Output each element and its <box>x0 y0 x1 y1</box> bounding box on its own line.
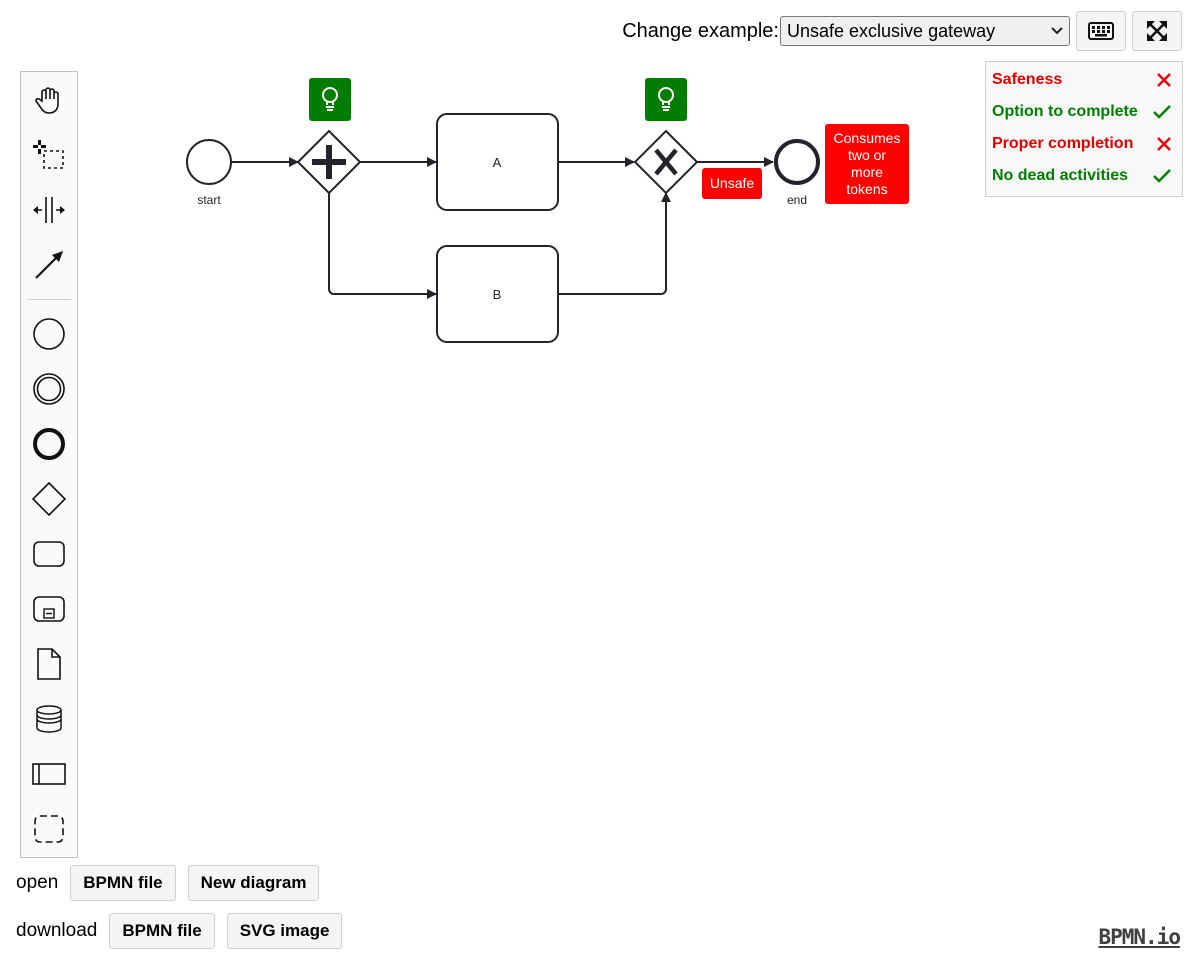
bpmn-io-logo[interactable]: BPMN.io <box>1098 925 1181 949</box>
consumes-line-2: two or <box>848 147 886 163</box>
hint-button-exclusive[interactable] <box>645 78 687 121</box>
parallel-gateway[interactable] <box>296 129 362 195</box>
download-label: download <box>16 920 98 941</box>
open-row: open BPMN file New diagram <box>16 865 320 901</box>
property-label: Safeness <box>992 71 1063 88</box>
task-a-label: A <box>493 155 502 170</box>
consumes-tokens-badge: Consumes two or more tokens <box>825 124 909 204</box>
exclusive-gateway[interactable] <box>633 129 699 195</box>
download-svg-image-button[interactable]: SVG image <box>226 913 343 949</box>
consumes-line-3: more <box>851 164 883 180</box>
open-bpmn-file-button[interactable]: BPMN file <box>70 865 176 901</box>
task-b-label: B <box>493 287 502 302</box>
unsafe-badge: Unsafe <box>702 168 762 199</box>
unsafe-badge-text: Unsafe <box>710 175 755 191</box>
check-icon <box>1153 105 1171 119</box>
flow-b-to-xor[interactable] <box>558 192 671 295</box>
property-proper-completion[interactable]: Proper completion <box>986 128 1182 160</box>
consumes-line-1: Consumes <box>834 130 901 146</box>
property-label: Proper completion <box>992 135 1134 152</box>
cross-icon <box>1157 137 1171 151</box>
end-event[interactable] <box>774 139 820 185</box>
end-event-label: end <box>787 193 807 207</box>
open-label: open <box>16 872 59 893</box>
consumes-line-4: tokens <box>846 181 887 197</box>
download-row: download BPMN file SVG image <box>16 913 343 949</box>
start-event-label: start <box>197 193 221 207</box>
check-icon <box>1153 169 1171 183</box>
new-diagram-button[interactable]: New diagram <box>187 865 320 901</box>
property-safeness[interactable]: Safeness <box>986 64 1182 96</box>
property-results-panel: Safeness Option to complete Proper compl… <box>985 61 1183 197</box>
flow-split-to-b[interactable] <box>328 192 437 299</box>
property-label: Option to complete <box>992 103 1138 120</box>
property-option-to-complete[interactable]: Option to complete <box>986 96 1182 128</box>
property-label: No dead activities <box>992 167 1129 184</box>
cross-icon <box>1157 73 1171 87</box>
hint-button-parallel[interactable] <box>309 78 351 121</box>
start-event[interactable] <box>186 139 232 185</box>
property-no-dead-activities[interactable]: No dead activities <box>986 160 1182 192</box>
download-bpmn-file-button[interactable]: BPMN file <box>109 913 215 949</box>
